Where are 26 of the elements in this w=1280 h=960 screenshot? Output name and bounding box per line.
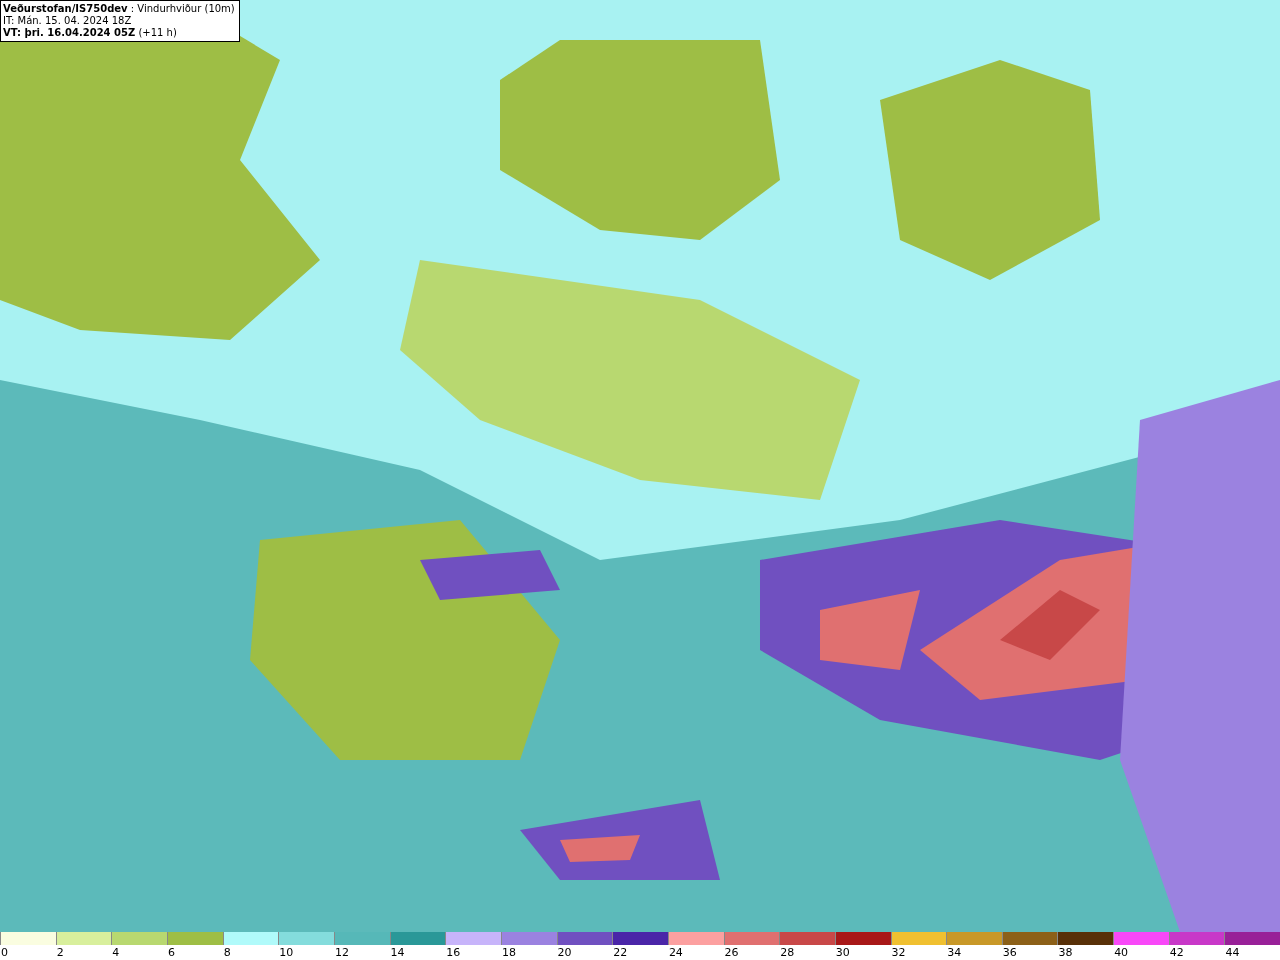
title-line: VT: þri. 16.04.2024 05Z (+11 h) <box>3 27 178 39</box>
legend-label: 8 <box>223 946 231 959</box>
title-line: Veðurstofan/IS750dev : Vindurhviður (10m) <box>3 3 235 15</box>
legend-label: 26 <box>724 946 739 959</box>
legend-label: 32 <box>891 946 906 959</box>
legend-label: 12 <box>334 946 349 959</box>
legend-label: 10 <box>279 946 294 959</box>
legend-label: 44 <box>1225 946 1240 959</box>
legend-label: 40 <box>1114 946 1129 959</box>
legend-label: 22 <box>613 946 628 959</box>
legend-label: 34 <box>947 946 962 959</box>
legend-label: 30 <box>835 946 850 959</box>
legend-label: 36 <box>1002 946 1017 959</box>
legend-label: 2 <box>56 946 64 959</box>
legend-label: 4 <box>112 946 120 959</box>
title-line: IT: Mán. 15. 04. 2024 18Z <box>3 15 133 27</box>
legend-label: 0 <box>1 946 8 959</box>
legend-label: 20 <box>557 946 572 959</box>
legend-label: 38 <box>1058 946 1073 959</box>
legend-label: 18 <box>501 946 516 959</box>
legend-label: 14 <box>390 946 405 959</box>
legend-label: 28 <box>780 946 795 959</box>
legend-label: 24 <box>668 946 683 959</box>
legend-label: 6 <box>167 946 175 959</box>
legend-label: 42 <box>1169 946 1184 959</box>
legend-label: 16 <box>446 946 461 959</box>
